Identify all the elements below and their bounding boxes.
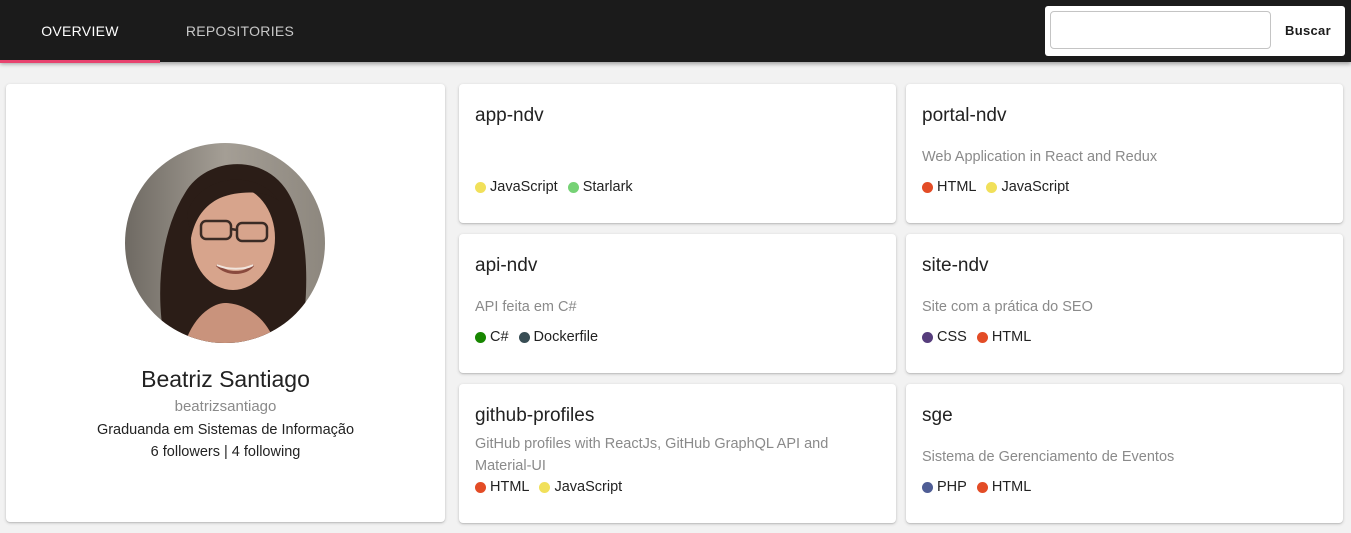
- language-tag: JavaScript: [986, 179, 1069, 195]
- top-app-bar: Overview Repositories Buscar: [0, 0, 1351, 63]
- repo-languages: HTML JavaScript: [922, 179, 1079, 195]
- avatar-photo: [125, 143, 325, 343]
- language-name: CSS: [937, 329, 967, 345]
- language-name: PHP: [937, 479, 967, 495]
- language-color-dot: [922, 331, 933, 343]
- language-tag: JavaScript: [475, 179, 558, 195]
- language-color-dot: [475, 481, 486, 493]
- repo-card-github-profiles[interactable]: github-profiles GitHub profiles with Rea…: [459, 384, 896, 523]
- language-name: JavaScript: [1001, 179, 1070, 195]
- repo-name: api-ndv: [475, 255, 538, 276]
- language-color-dot: [976, 481, 988, 493]
- language-tag: Starlark: [567, 179, 633, 195]
- active-tab-indicator: [0, 60, 160, 63]
- repo-description: GitHub profiles with ReactJs, GitHub Gra…: [475, 436, 829, 474]
- language-color-dot: [986, 181, 998, 193]
- repo-card-api-ndv[interactable]: api-ndv API feita em C# C# Dockerfile: [459, 234, 896, 373]
- language-name: HTML: [991, 329, 1032, 345]
- language-name: Dockerfile: [533, 329, 599, 345]
- language-color-dot: [518, 331, 530, 343]
- repo-description: Site com a prática do SEO: [922, 299, 1093, 315]
- tab-overview[interactable]: Overview: [0, 0, 160, 62]
- search-input[interactable]: [1050, 11, 1271, 49]
- repo-languages: CSS HTML: [922, 329, 1041, 345]
- profile-name: Beatriz Santiago: [141, 366, 310, 392]
- tab-repositories-label: Repositories: [185, 23, 295, 39]
- repo-card-portal-ndv[interactable]: portal-ndv Web Application in React and …: [906, 84, 1343, 223]
- language-color-dot: [976, 331, 988, 343]
- repo-description: API feita em C#: [475, 299, 577, 315]
- language-color-dot: [475, 331, 486, 343]
- language-tag: Dockerfile: [518, 329, 599, 345]
- repo-name: portal-ndv: [922, 105, 1007, 126]
- profile-card: Beatriz Santiago beatrizsantiago Graduan…: [6, 84, 445, 522]
- repo-languages: C# Dockerfile: [475, 329, 608, 345]
- repo-languages: HTML JavaScript: [475, 479, 632, 495]
- search-button[interactable]: Buscar: [1275, 11, 1341, 49]
- language-color-dot: [922, 181, 933, 193]
- repo-description: Web Application in React and Redux: [922, 149, 1158, 165]
- tab-overview-label: Overview: [41, 23, 119, 39]
- language-color-dot: [475, 181, 486, 193]
- repo-name: github-profiles: [475, 405, 595, 426]
- language-tag: HTML: [976, 479, 1032, 495]
- language-tag: HTML: [922, 179, 976, 195]
- language-name: Starlark: [582, 179, 633, 195]
- language-color-dot: [567, 181, 579, 193]
- tab-repositories[interactable]: Repositories: [160, 0, 320, 62]
- language-name: JavaScript: [554, 479, 623, 495]
- repo-card-app-ndv[interactable]: app-ndv JavaScript Starlark: [459, 84, 896, 223]
- language-tag: C#: [475, 329, 509, 345]
- language-name: HTML: [490, 479, 530, 495]
- repo-card-site-ndv[interactable]: site-ndv Site com a prática do SEO CSS H…: [906, 234, 1343, 373]
- search-box: Buscar: [1045, 6, 1345, 56]
- repo-languages: PHP HTML: [922, 479, 1041, 495]
- language-tag: HTML: [475, 479, 529, 495]
- language-tag: JavaScript: [539, 479, 622, 495]
- profile-bio: Graduanda em Sistemas de Informação: [96, 422, 355, 438]
- language-name: HTML: [937, 179, 977, 195]
- repo-name: site-ndv: [922, 255, 989, 276]
- language-name: HTML: [991, 479, 1032, 495]
- repo-name: sge: [922, 405, 953, 426]
- language-tag: CSS: [922, 329, 967, 345]
- language-color-dot: [922, 481, 933, 493]
- language-name: C#: [490, 329, 509, 345]
- language-tag: HTML: [976, 329, 1032, 345]
- avatar: [125, 143, 325, 343]
- profile-follow-counts: 6 followers | 4 following: [150, 444, 301, 460]
- repo-description: Sistema de Gerenciamento de Eventos: [922, 449, 1175, 465]
- repo-languages: JavaScript Starlark: [475, 179, 643, 195]
- language-tag: PHP: [922, 479, 967, 495]
- profile-login: beatrizsantiago: [174, 398, 277, 415]
- language-color-dot: [539, 481, 551, 493]
- repo-card-sge[interactable]: sge Sistema de Gerenciamento de Eventos …: [906, 384, 1343, 523]
- repo-name: app-ndv: [475, 105, 544, 126]
- language-name: JavaScript: [490, 179, 558, 195]
